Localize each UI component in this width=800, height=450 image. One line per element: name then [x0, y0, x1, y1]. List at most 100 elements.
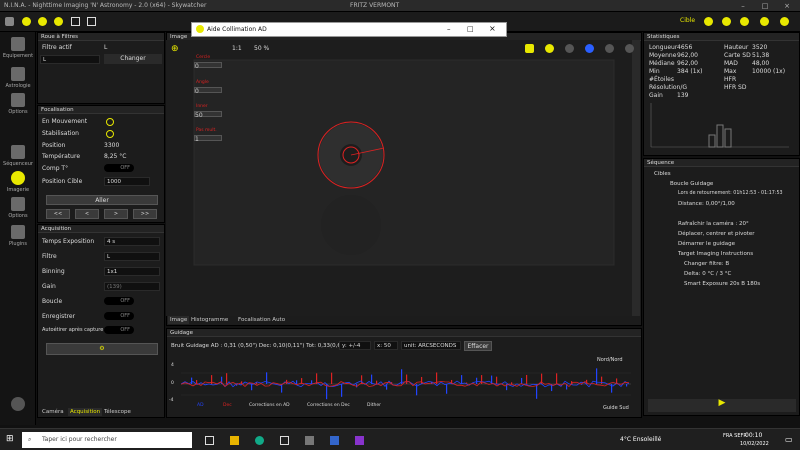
- target-position-input[interactable]: 1000: [104, 177, 150, 186]
- image-scrollbar[interactable]: [632, 40, 640, 316]
- ra-correction-bar: [521, 377, 523, 384]
- seq-item-delta-temp[interactable]: Delta: 0 °C / 3 °C: [684, 271, 731, 277]
- y-axis-select[interactable]: y: +/-4: [339, 341, 371, 350]
- seq-item-start-guiding[interactable]: Démarrer le guidage: [678, 241, 735, 247]
- moon-icon[interactable]: [740, 17, 749, 26]
- seq-item-change-filter[interactable]: Changer filtre: B: [684, 261, 729, 267]
- tab-histogram[interactable]: Histogramme: [189, 316, 230, 324]
- seq-item-refresh[interactable]: Rafraîchir la caméra : 20°: [678, 221, 749, 227]
- step-far-left-button[interactable]: <<: [46, 209, 70, 219]
- save-toggle[interactable]: OFF: [104, 312, 134, 320]
- go-button[interactable]: Aller: [46, 195, 158, 205]
- nina-icon[interactable]: [305, 436, 314, 445]
- star-icon[interactable]: [704, 17, 713, 26]
- loop-toggle[interactable]: OFF: [104, 297, 134, 305]
- window-icon[interactable]: [71, 17, 80, 26]
- target-icon[interactable]: [565, 44, 574, 53]
- start-sequence-button[interactable]: ▶: [648, 399, 796, 412]
- power-icon[interactable]: [780, 17, 789, 26]
- star-icon[interactable]: [605, 44, 614, 53]
- focuser-panel: Focalisation En Mouvement Stabilisation …: [37, 105, 165, 223]
- tab-camera[interactable]: Caméra: [40, 408, 66, 416]
- task-view-icon[interactable]: [205, 436, 214, 445]
- tab-telescope[interactable]: Télescope: [102, 408, 133, 416]
- gear-icon[interactable]: [54, 17, 63, 26]
- overlay-input-mult[interactable]: 1: [194, 135, 222, 143]
- sidebar-item-options[interactable]: Options: [0, 90, 36, 120]
- binning-dropdown[interactable]: 1x1: [104, 267, 160, 276]
- overlay-input-inner[interactable]: 50: [194, 111, 222, 119]
- monitor-icon[interactable]: [330, 436, 339, 445]
- seq-item-smart-exposure[interactable]: Smart Exposure 20s B 180s: [684, 281, 760, 287]
- gain-input[interactable]: (139): [104, 282, 160, 291]
- zoom-in-icon[interactable]: ⊕: [171, 44, 179, 54]
- clock-date[interactable]: 10/02/2022: [740, 441, 769, 447]
- media-icon[interactable]: [355, 436, 364, 445]
- target-icon[interactable]: [722, 17, 731, 26]
- x-axis-select[interactable]: x: 50: [374, 341, 398, 350]
- active-filter-label: Filtre actif: [42, 44, 72, 51]
- change-filter-button[interactable]: Changer: [104, 54, 162, 64]
- step-right-button[interactable]: >: [104, 209, 128, 219]
- language-indicator[interactable]: FRA SEFR: [723, 433, 747, 439]
- exposure-input[interactable]: 4 s: [104, 237, 160, 246]
- temp-comp-toggle[interactable]: OFF: [104, 164, 134, 172]
- stat-label-hfr-sd: HFR SD: [724, 84, 747, 91]
- filter-dropdown[interactable]: L: [104, 252, 160, 261]
- seq-item-distance[interactable]: Distance: 0,00°/1,00: [678, 201, 735, 207]
- minimize-icon[interactable]: –: [732, 0, 754, 12]
- stretch-icon[interactable]: [625, 44, 634, 53]
- gear-icon: [11, 197, 25, 211]
- camera-icon[interactable]: [760, 17, 769, 26]
- stat-value-mad: 48,00: [752, 60, 770, 67]
- step-left-button[interactable]: <: [75, 209, 99, 219]
- image-viewer[interactable]: [166, 40, 640, 316]
- dialog-minimize-icon[interactable]: –: [447, 25, 451, 33]
- crosshair-icon[interactable]: [545, 44, 554, 53]
- search-box[interactable]: ⌕ Taper ici pour rechercher: [22, 432, 192, 448]
- seq-item-targets[interactable]: Cibles: [654, 171, 671, 177]
- clear-graph-button[interactable]: Effacer: [464, 341, 492, 351]
- notification-icon[interactable]: ▭: [785, 435, 793, 444]
- refresh-icon[interactable]: [38, 17, 47, 26]
- seq-item-slew-center[interactable]: Déplacer, centrer et pivoter: [678, 231, 755, 237]
- profile-label[interactable]: Cible: [680, 17, 695, 24]
- overlay-input-circle[interactable]: 0: [194, 62, 222, 70]
- sidebar-item-plugins[interactable]: Plugins: [0, 222, 36, 252]
- tab-acquisition[interactable]: Acquisition: [68, 408, 103, 416]
- zoom-ratio[interactable]: 1:1: [232, 45, 242, 52]
- sidebar-item-equipment[interactable]: Equipement: [0, 34, 36, 64]
- dialog-close-icon[interactable]: ×: [489, 24, 496, 33]
- tab-autofocus[interactable]: Focalisation Auto: [236, 316, 287, 324]
- step-far-right-button[interactable]: >>: [133, 209, 157, 219]
- ra-correction-bar: [191, 377, 193, 384]
- seq-item-guiding-loop[interactable]: Boucle Guidage: [670, 181, 713, 187]
- file-explorer-icon[interactable]: [230, 436, 239, 445]
- pin-icon[interactable]: [87, 17, 96, 26]
- tab-image[interactable]: Image: [168, 316, 190, 324]
- ra-correction-bar: [296, 380, 298, 384]
- maximize-icon[interactable]: □: [754, 0, 776, 12]
- dialog-maximize-icon[interactable]: □: [467, 25, 474, 33]
- weather-text[interactable]: 4°C Ensoleillé: [620, 436, 661, 443]
- wand-icon[interactable]: [585, 44, 594, 53]
- overlay-input-angle[interactable]: 0: [194, 87, 222, 95]
- save-icon[interactable]: [22, 17, 31, 26]
- seq-item-flip[interactable]: Lors de retournement: 01h12:53 - 01:17:5…: [678, 191, 783, 196]
- seq-item-target-instructions[interactable]: Target Imaging Instructions: [678, 251, 753, 257]
- stat-value-max: 10000 (1x): [752, 68, 786, 75]
- windows-start-icon[interactable]: ⊞: [6, 434, 14, 444]
- power-button[interactable]: [0, 394, 36, 424]
- filter-select[interactable]: L: [40, 55, 100, 64]
- clock-time[interactable]: 00:10: [745, 432, 762, 439]
- app-icon[interactable]: [280, 436, 289, 445]
- unit-select[interactable]: unit: ARCSECONDS: [401, 341, 461, 350]
- grid-icon[interactable]: [525, 44, 534, 53]
- capture-button[interactable]: ⚙: [46, 343, 158, 355]
- sequence-panel: Séquence Cibles Boucle Guidage Lors de r…: [643, 158, 800, 416]
- close-icon[interactable]: ×: [776, 0, 798, 12]
- sidebar-item-settings[interactable]: Options: [0, 194, 36, 224]
- south-label: Guide Sud: [603, 405, 629, 411]
- browser-icon[interactable]: [255, 436, 264, 445]
- autostretch-toggle[interactable]: OFF: [104, 326, 134, 334]
